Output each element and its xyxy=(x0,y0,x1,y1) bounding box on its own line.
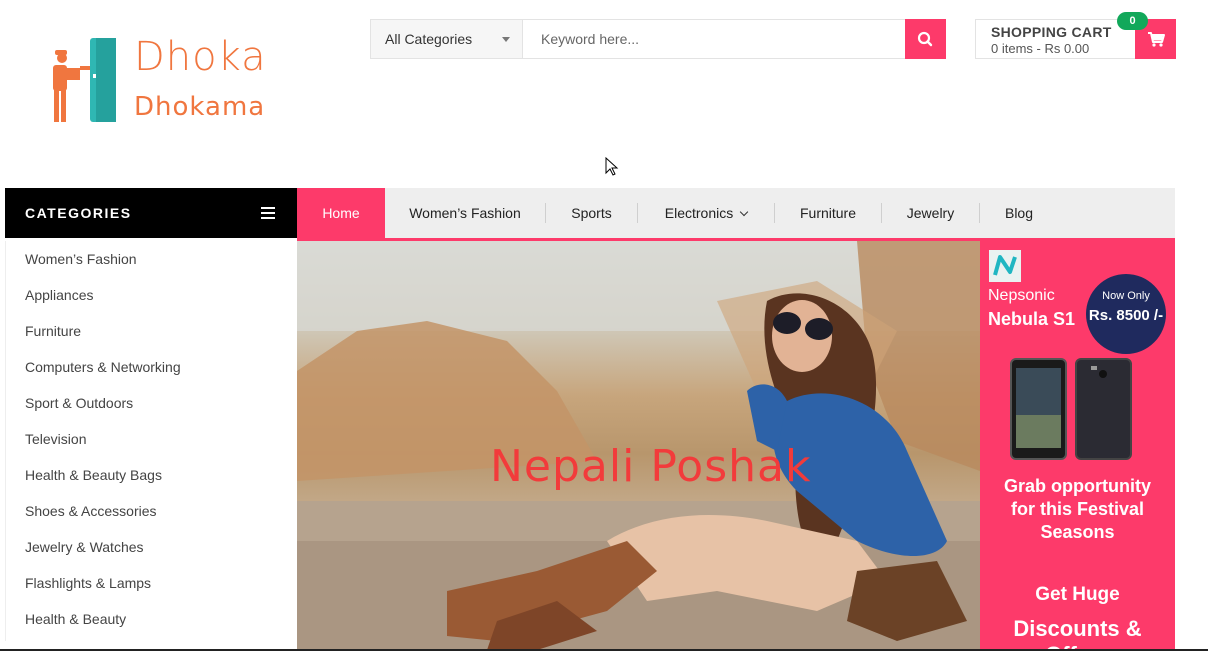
nav-item-home[interactable]: Home xyxy=(297,188,385,238)
nav-menu: Home Women’s Fashion Sports Electronics … xyxy=(297,188,1058,238)
promo-get-huge: Get Huge xyxy=(1035,584,1120,605)
category-item[interactable]: Computers & Networking xyxy=(25,359,181,375)
category-item[interactable]: Women’s Fashion xyxy=(25,251,137,267)
promo-headline: Grab opportunity for this Festival Seaso… xyxy=(1004,476,1151,542)
category-item[interactable]: Sport & Outdoors xyxy=(25,395,133,411)
logo-text-line1: Dhoka xyxy=(134,34,267,80)
nav-item-furniture[interactable]: Furniture xyxy=(775,188,881,238)
nav-label: Women’s Fashion xyxy=(409,205,521,221)
cart-count-badge: 0 xyxy=(1117,12,1148,30)
nav-label: Electronics xyxy=(664,205,734,221)
category-item[interactable]: Health & Beauty Bags xyxy=(25,467,162,483)
logo-text-line2: Dhokama xyxy=(134,92,266,122)
promo-brand: Nepsonic xyxy=(988,287,1055,304)
search-bar: All Categories xyxy=(370,19,946,59)
nav-item-jewelry[interactable]: Jewelry xyxy=(882,188,979,238)
nav-label: Furniture xyxy=(799,205,857,221)
phone-back-image xyxy=(1075,358,1132,460)
search-button[interactable] xyxy=(905,19,946,59)
nav-item-womens-fashion[interactable]: Women’s Fashion xyxy=(385,188,545,238)
promo-model: Nebula S1 xyxy=(988,309,1076,329)
cart-title: SHOPPING CART xyxy=(991,24,1112,40)
hero-banner[interactable]: Nepali Poshak xyxy=(297,241,980,650)
category-item[interactable]: Jewelry & Watches xyxy=(25,539,144,555)
category-item[interactable]: Appliances xyxy=(25,287,94,303)
phone-front-image xyxy=(1010,358,1067,460)
promo-banner[interactable]: Nepsonic Nebula S1 Now Only Rs. 8500 /- … xyxy=(980,241,1175,650)
promo-price: Rs. 8500 /- xyxy=(1088,307,1164,324)
category-item[interactable]: Furniture xyxy=(25,323,81,339)
category-item[interactable]: Television xyxy=(25,431,86,447)
category-list: Women’s Fashion Appliances Furniture Com… xyxy=(5,241,298,641)
keyword-input[interactable] xyxy=(523,20,905,58)
categories-label: CATEGORIES xyxy=(25,205,132,221)
categories-header[interactable]: CATEGORIES xyxy=(5,188,297,238)
cart-summary: 0 items - Rs 0.00 xyxy=(991,41,1090,56)
nav-item-electronics[interactable]: Electronics xyxy=(638,188,774,238)
nav-label: Home xyxy=(322,205,360,221)
nav-item-blog[interactable]: Blog xyxy=(980,188,1058,238)
category-item[interactable]: Shoes & Accessories xyxy=(25,503,157,519)
category-select-value: All Categories xyxy=(385,31,473,47)
category-select[interactable]: All Categories xyxy=(371,20,523,58)
category-item[interactable]: Health & Beauty xyxy=(25,611,126,627)
chevron-down-icon xyxy=(739,207,749,217)
search-icon xyxy=(917,31,933,47)
promo-discounts: Discounts & Offers xyxy=(1013,616,1142,650)
hero-caption: Nepali Poshak xyxy=(490,441,812,492)
now-only-label: Now Only xyxy=(1102,290,1150,302)
price-circle: Now Only Rs. 8500 /- xyxy=(1086,274,1166,354)
nav-label: Jewelry xyxy=(906,205,955,221)
caret-down-icon xyxy=(502,37,510,42)
mouse-cursor-icon xyxy=(605,157,619,176)
nav-label: Sports xyxy=(571,205,612,221)
nav-item-sports[interactable]: Sports xyxy=(546,188,637,238)
hamburger-icon[interactable] xyxy=(261,207,275,219)
category-item[interactable]: Flashlights & Lamps xyxy=(25,575,151,591)
brand-logo-icon xyxy=(989,250,1021,282)
logo-door-icon xyxy=(53,38,116,122)
nav-label: Blog xyxy=(1004,205,1034,221)
